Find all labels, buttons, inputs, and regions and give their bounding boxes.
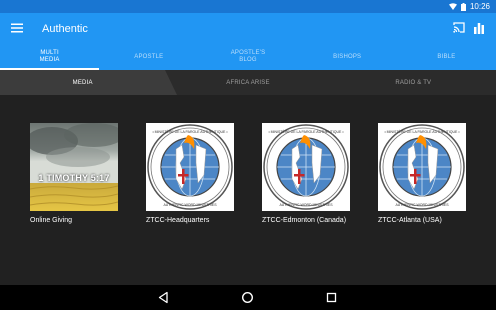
ztcc-logo-thumbnail: • MINISTÈRE DE LA PAROLE AUTHENTIQUE • A…: [378, 123, 466, 211]
svg-text:• MINISTÈRE DE LA PAROLE AUTHE: • MINISTÈRE DE LA PAROLE AUTHENTIQUE •: [268, 129, 344, 134]
tab-bible[interactable]: BIBLE: [397, 44, 496, 70]
tab-label: APOSTLE: [134, 53, 164, 60]
sub-tabs: MEDIA AFRICA ARISE RADIO & TV: [0, 70, 496, 95]
tab-bishops[interactable]: BISHOPS: [298, 44, 397, 70]
tab-apostle[interactable]: APOSTLE: [99, 44, 198, 70]
ztcc-logo-thumbnail: • MINISTÈRE DE LA PAROLE AUTHENTIQUE • A…: [262, 123, 350, 211]
wifi-icon: [448, 3, 457, 10]
svg-text:• MINISTÈRE DE LA PAROLE AUTHE: • MINISTÈRE DE LA PAROLE AUTHENTIQUE •: [152, 129, 228, 134]
media-card-label: ZTCC-Atlanta (USA): [378, 217, 442, 224]
media-grid: 1 TIMOTHY 5:17 Online Giving • MINISTÈRE…: [0, 95, 496, 285]
tab-apostles-blog[interactable]: APOSTLE'S BLOG: [198, 44, 297, 70]
subtab-radio-tv[interactable]: RADIO & TV: [331, 70, 496, 95]
svg-text:AUTHENTIC WORD MINISTRIES: AUTHENTIC WORD MINISTRIES: [163, 203, 217, 207]
svg-text:AUTHENTIC WORD MINISTRIES: AUTHENTIC WORD MINISTRIES: [279, 203, 333, 207]
recents-icon[interactable]: [325, 291, 338, 304]
scripture-image: [30, 123, 118, 211]
subtab-media[interactable]: MEDIA: [0, 70, 178, 95]
system-nav-bar: [0, 285, 496, 310]
thumbnail-caption: 1 TIMOTHY 5:17: [38, 173, 110, 183]
subtab-label: MEDIA: [72, 79, 93, 86]
tab-label: MULTI MEDIA: [39, 50, 60, 63]
media-card-ztcc-headquarters[interactable]: • MINISTÈRE DE LA PAROLE AUTHENTIQUE • A…: [146, 123, 246, 225]
media-card-ztcc-atlanta[interactable]: • MINISTÈRE DE LA PAROLE AUTHENTIQUE • A…: [378, 123, 478, 225]
online-giving-thumbnail: 1 TIMOTHY 5:17: [30, 123, 118, 211]
status-bar: 10:26: [0, 0, 496, 13]
tab-multi-media[interactable]: MULTI MEDIA: [0, 44, 100, 70]
media-card-ztcc-edmonton[interactable]: • MINISTÈRE DE LA PAROLE AUTHENTIQUE • A…: [262, 123, 362, 225]
bar-chart-icon[interactable]: [473, 22, 485, 34]
status-time: 10:26: [469, 2, 490, 11]
church-seal-icon: • MINISTÈRE DE LA PAROLE AUTHENTIQUE • A…: [263, 124, 349, 210]
media-card-label: ZTCC-Headquarters: [146, 217, 210, 224]
home-icon[interactable]: [241, 291, 254, 304]
subtab-label: RADIO & TV: [395, 79, 432, 86]
app-title: Authentic: [42, 23, 88, 35]
svg-text:AUTHENTIC WORD MINISTRIES: AUTHENTIC WORD MINISTRIES: [395, 203, 449, 207]
cast-icon[interactable]: [453, 22, 465, 33]
subtab-africa-arise[interactable]: AFRICA ARISE: [165, 70, 330, 95]
menu-icon[interactable]: [11, 22, 23, 34]
status-icons: 10:26: [448, 2, 490, 11]
app-bar: Authentic: [0, 13, 496, 44]
back-icon[interactable]: [157, 291, 170, 304]
battery-icon: [460, 2, 466, 11]
subtab-label: AFRICA ARISE: [226, 79, 270, 86]
media-card-online-giving[interactable]: 1 TIMOTHY 5:17 Online Giving: [30, 123, 130, 225]
main-tabs: MULTI MEDIA APOSTLE APOSTLE'S BLOG BISHO…: [0, 44, 496, 70]
ztcc-logo-thumbnail: • MINISTÈRE DE LA PAROLE AUTHENTIQUE • A…: [146, 123, 234, 211]
church-seal-icon: • MINISTÈRE DE LA PAROLE AUTHENTIQUE • A…: [379, 124, 465, 210]
media-card-label: Online Giving: [30, 217, 73, 224]
church-seal-icon: • MINISTÈRE DE LA PAROLE AUTHENTIQUE • A…: [147, 124, 233, 210]
tab-label: BISHOPS: [333, 53, 362, 60]
svg-text:• MINISTÈRE DE LA PAROLE AUTHE: • MINISTÈRE DE LA PAROLE AUTHENTIQUE •: [384, 129, 460, 134]
media-card-label: ZTCC-Edmonton (Canada): [262, 217, 347, 224]
tab-label: APOSTLE'S BLOG: [230, 50, 266, 63]
tab-label: BIBLE: [437, 53, 456, 60]
